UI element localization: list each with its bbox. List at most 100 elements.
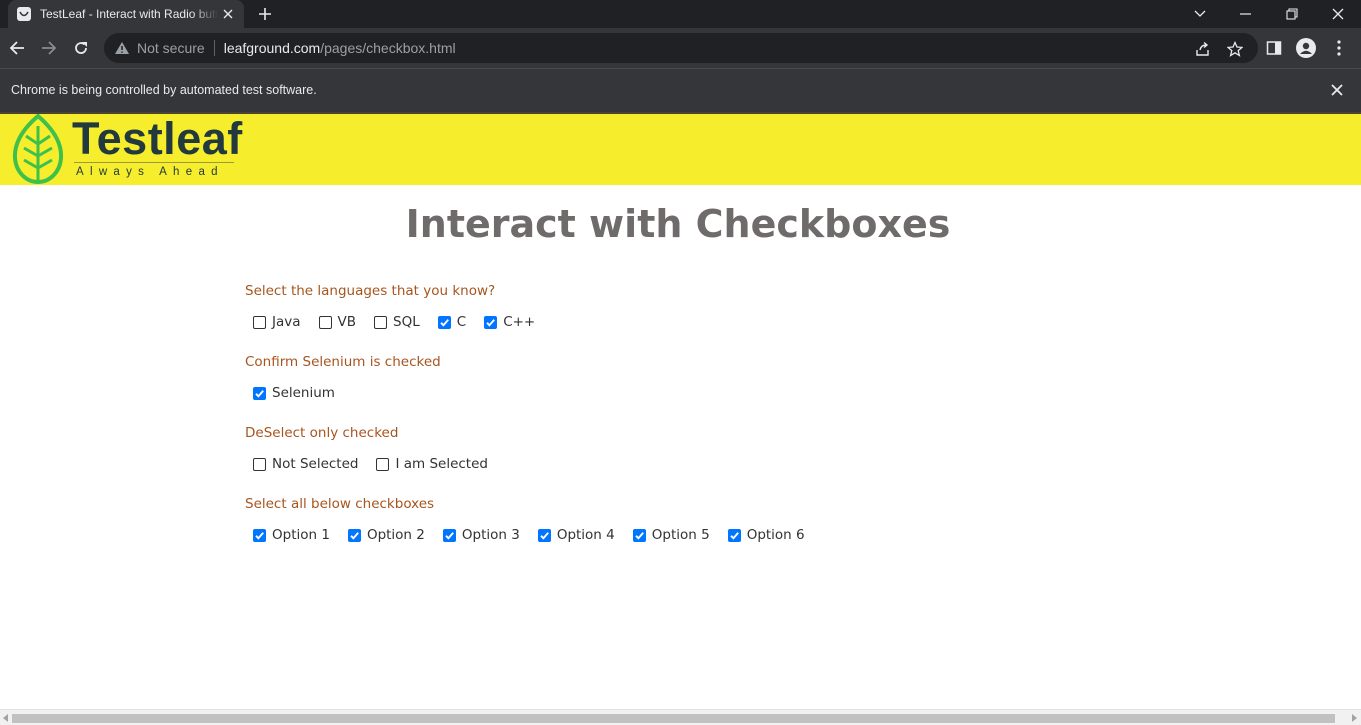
checkbox-label[interactable]: Option 1 [272,527,330,543]
reload-icon[interactable] [69,36,93,60]
scrollbar-thumb[interactable] [12,714,1335,723]
tab-search-icon[interactable] [1177,0,1223,28]
tab-title: TestLeaf - Interact with Radio buttons [40,7,218,21]
address-bar[interactable]: Not secure leafground.com/pages/checkbox… [104,33,1258,63]
checkbox-label[interactable]: C++ [503,314,535,330]
checkbox-unchecked[interactable] [376,457,390,471]
checkmark-icon [440,318,449,327]
checkmark-icon [635,531,644,540]
section-label: Select all below checkboxes [245,496,435,512]
checkbox-checked[interactable] [632,528,646,542]
bookmark-star-icon[interactable] [1226,40,1244,58]
checkbox-checked[interactable] [253,528,266,542]
checkbox-unchecked[interactable] [253,457,266,471]
favicon-icon [16,6,32,22]
menu-kebab-icon[interactable] [1329,38,1349,58]
checkmark-icon [730,531,739,540]
side-panel-icon[interactable] [1264,38,1284,58]
new-tab-icon[interactable] [254,4,276,24]
checkbox-checked[interactable] [347,528,361,542]
checkbox-label[interactable]: Java [272,314,301,330]
forward-icon[interactable] [37,36,61,60]
checkbox-option[interactable]: Selenium [245,385,335,401]
checkbox-group: Not Selected I am Selected [245,454,498,474]
section-label: Confirm Selenium is checked [245,354,441,370]
browser-tab[interactable]: TestLeaf - Interact with Radio buttons [8,0,244,28]
checkbox-checked[interactable] [727,528,741,542]
checkbox-option[interactable]: Option 5 [625,527,710,543]
url-path: /pages/checkbox.html [320,40,456,56]
checkbox-checked[interactable] [437,315,451,329]
browser-toolbar: Not secure leafground.com/pages/checkbox… [0,28,1361,68]
checkmark-icon [255,531,264,540]
checkbox-option[interactable]: C++ [476,314,535,330]
checkbox-group: Java VB SQL C C++ [245,312,545,332]
security-status[interactable]: Not secure [137,40,205,56]
checkbox-option[interactable]: Not Selected [245,456,358,472]
checkbox-label[interactable]: Option 6 [747,527,805,543]
checkmark-icon [350,531,359,540]
profile-avatar-icon[interactable] [1296,38,1316,58]
tab-strip: TestLeaf - Interact with Radio buttons [0,0,1361,28]
checkbox-label[interactable]: Option 2 [367,527,425,543]
leaf-logo-icon [12,114,64,185]
checkbox-option[interactable]: VB [311,314,357,330]
tab-close-icon[interactable] [220,6,236,22]
checkbox-section: Confirm Selenium is checked Selenium [245,354,441,403]
scroll-right-icon[interactable] [1350,714,1358,722]
checkbox-checked[interactable] [442,528,456,542]
checkbox-checked[interactable] [537,528,551,542]
section-label: Select the languages that you know? [245,283,496,299]
omnibox-divider [213,40,215,56]
testleaf-logo[interactable]: Testleaf Always Ahead [12,113,242,185]
checkbox-label[interactable]: I am Selected [395,456,488,472]
minimize-icon[interactable] [1223,0,1269,28]
checkbox-label[interactable]: C [457,314,466,330]
checkbox-checked[interactable] [253,386,266,400]
checkbox-label[interactable]: Option 5 [652,527,710,543]
back-icon[interactable] [5,36,29,60]
checkmark-icon [486,318,496,327]
page-title: Interact with Checkboxes [405,202,951,246]
checkbox-option[interactable]: C [430,314,466,330]
checkbox-label[interactable]: Selenium [272,385,335,401]
checkmark-icon [255,389,264,398]
checkbox-option[interactable]: Option 4 [530,527,615,543]
checkbox-option[interactable]: SQL [366,314,420,330]
checkbox-unchecked[interactable] [374,315,388,329]
checkbox-unchecked[interactable] [318,315,332,329]
infobar-close-icon[interactable] [1329,82,1345,98]
scroll-left-icon[interactable] [2,714,10,722]
checkbox-group: Option 1 Option 2 Option 3 Option 4 Option 5… [245,525,815,545]
checkbox-label[interactable]: VB [338,314,357,330]
checkmark-icon [540,531,549,540]
site-header: Testleaf Always Ahead [0,112,1361,185]
checkbox-label[interactable]: Not Selected [272,456,358,472]
horizontal-scrollbar[interactable] [0,709,1361,725]
restore-icon[interactable] [1269,0,1315,28]
checkbox-unchecked[interactable] [253,315,266,329]
checkbox-option[interactable]: Option 2 [340,527,425,543]
checkbox-section: DeSelect only checked Not Selected I am Se… [245,425,498,474]
checkbox-label[interactable]: Option 3 [462,527,520,543]
page-viewport: Testleaf Always Ahead Interact with Chec… [0,112,1361,709]
checkbox-label[interactable]: SQL [393,314,420,330]
checkbox-option[interactable]: I am Selected [368,456,488,472]
checkbox-option[interactable]: Option 3 [435,527,520,543]
share-icon[interactable] [1194,40,1212,58]
logo-divider [74,162,234,163]
checkbox-option[interactable]: Option 6 [720,527,805,543]
url-text[interactable]: leafground.com/pages/checkbox.html [224,40,456,56]
checkbox-group: Selenium [245,383,441,403]
url-host: leafground.com [223,40,321,56]
checkbox-option[interactable]: Option 1 [245,527,330,543]
checkbox-label[interactable]: Option 4 [557,527,615,543]
checkbox-option[interactable]: Java [245,314,301,330]
checkbox-checked[interactable] [484,315,498,329]
checkbox-section: Select the languages that you know? Java V… [245,283,545,332]
warning-icon[interactable] [114,40,130,56]
automation-infobar: Chrome is being controlled by automated … [0,68,1361,112]
close-window-icon[interactable] [1315,0,1361,28]
checkmark-icon [445,531,454,540]
infobar-message: Chrome is being controlled by automated … [11,83,317,97]
